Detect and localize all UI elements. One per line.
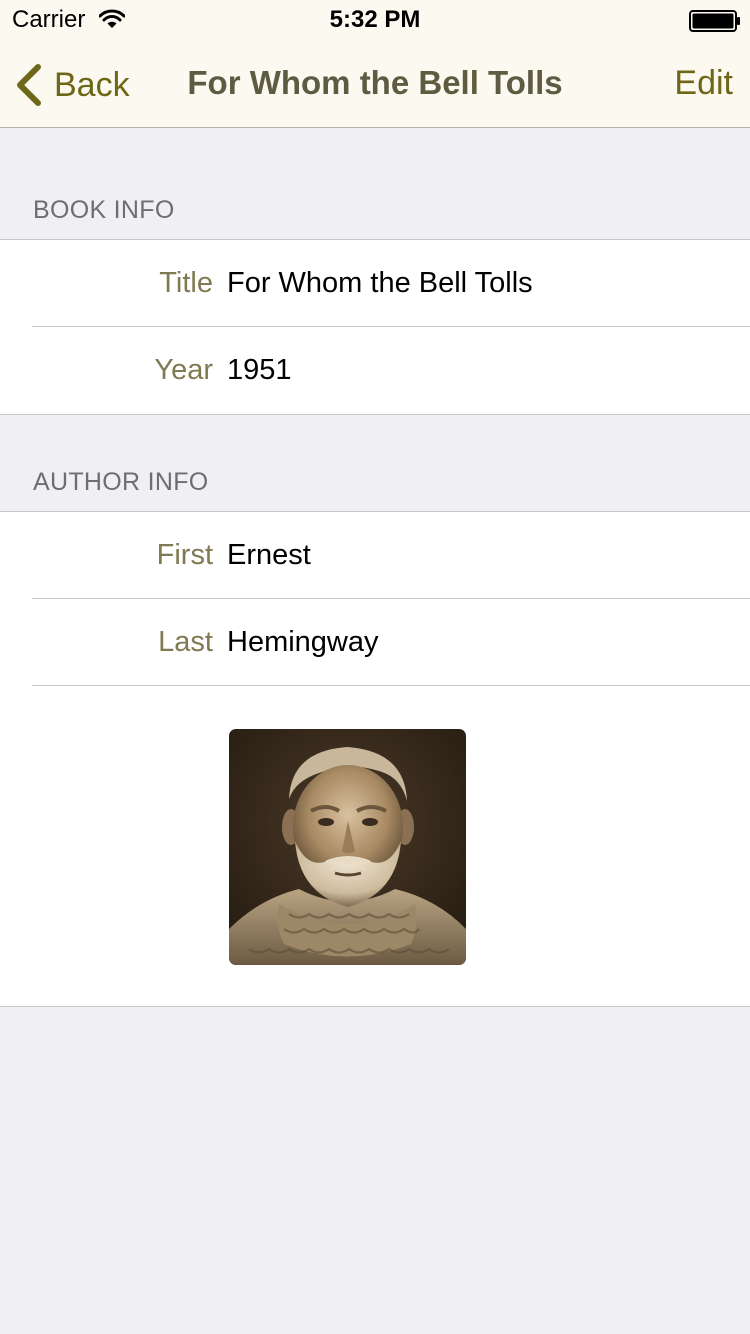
- section-header-author-info: AUTHOR INFO: [33, 468, 209, 496]
- last-name-value: Hemingway: [227, 626, 379, 658]
- last-name-label: Last: [158, 626, 213, 658]
- title-label: Title: [159, 267, 213, 299]
- author-portrait[interactable]: [229, 729, 466, 965]
- author-photo-row: [0, 687, 750, 1006]
- title-value: For Whom the Bell Tolls: [227, 267, 533, 299]
- first-name-label: First: [156, 539, 213, 571]
- author-first-row[interactable]: First Ernest: [0, 512, 750, 599]
- book-info-group: Title For Whom the Bell Tolls Year 1951: [0, 239, 750, 415]
- status-bar: Carrier 5:32 PM: [0, 0, 750, 40]
- author-last-row[interactable]: Last Hemingway: [0, 599, 750, 686]
- book-year-row[interactable]: Year 1951: [0, 327, 750, 414]
- year-label: Year: [154, 354, 213, 386]
- page-title: For Whom the Bell Tolls: [187, 64, 563, 101]
- navigation-bar: Back For Whom the Bell Tolls Edit: [0, 40, 750, 128]
- book-title-row[interactable]: Title For Whom the Bell Tolls: [0, 240, 750, 327]
- year-value: 1951: [227, 354, 292, 386]
- section-header-book-info: BOOK INFO: [33, 196, 175, 224]
- edit-button[interactable]: Edit: [674, 64, 733, 103]
- author-info-group: First Ernest Last Hemingway: [0, 511, 750, 1007]
- battery-icon: [689, 10, 740, 32]
- status-time: 5:32 PM: [329, 6, 421, 33]
- header: Carrier 5:32 PM Back For Whom the Bell T…: [0, 0, 750, 128]
- first-name-value: Ernest: [227, 539, 311, 571]
- row-divider: [32, 685, 750, 686]
